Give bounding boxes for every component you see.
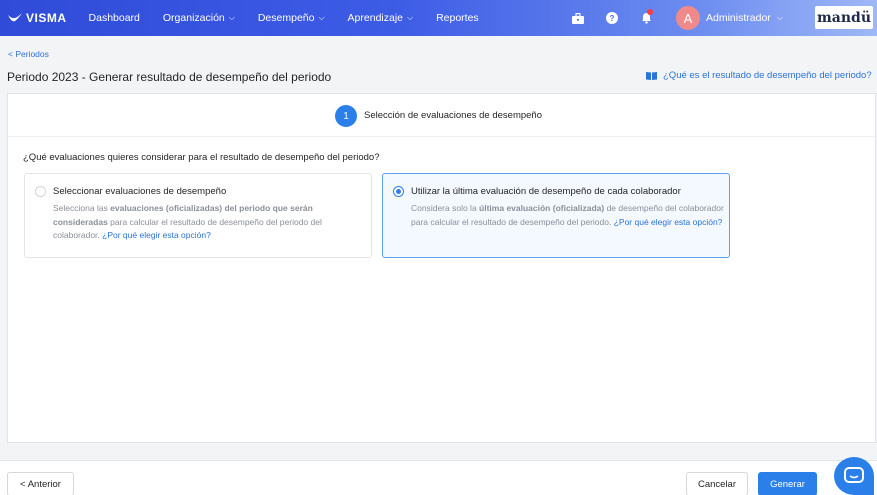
mandu-logo[interactable]: mandü [815,6,873,29]
briefcase-icon[interactable] [570,10,586,26]
nav-item-label: Reportes [436,12,479,24]
nav-item-label: Desempeño [257,12,315,24]
chat-widget[interactable] [834,457,874,495]
brand-logo[interactable]: VISMA [8,11,67,25]
option-title: Seleccionar evaluaciones de desempeño [53,186,227,197]
chevron-down-icon: ⌵ [407,13,414,22]
svg-text:?: ? [610,14,615,23]
main-panel: 1 Selección de evaluaciones de desempeño… [7,93,876,443]
option-title: Utilizar la última evaluación de desempe… [411,186,681,197]
back-button[interactable]: < Anterior [7,472,74,495]
generate-button[interactable]: Generar [758,472,817,495]
book-icon [646,72,657,80]
footer-bar: < Anterior Cancelar Generar [0,460,877,495]
radio-button[interactable] [35,186,46,197]
chevron-down-icon: ⌵ [318,13,325,22]
why-option-link[interactable]: ¿Por qué elegir esta opción? [102,230,211,240]
chevron-down-icon: ⌵ [776,13,783,22]
nav-menu: Dashboard Organización ⌵ Desempeño ⌵ Apren… [89,12,502,24]
user-name: Administrador [706,12,771,24]
breadcrumb[interactable]: < Periodos [8,49,49,59]
nav-item-label: Dashboard [88,12,140,24]
why-option-link[interactable]: ¿Por qué elegir esta opción? [614,217,723,227]
page-title: Periodo 2023 - Generar resultado de dese… [7,70,332,84]
chevron-down-icon: ⌵ [228,13,235,22]
nav-item-dashboard[interactable]: Dashboard [89,12,140,24]
option-description: Considera solo la última evaluación (ofi… [411,203,724,227]
nav-item-aprendizaje[interactable]: Aprendizaje ⌵ [348,12,414,24]
step-label: Selección de evaluaciones de desempeño [364,110,542,121]
top-nav: VISMA Dashboard Organización ⌵ Desempeño ⌵… [0,0,877,36]
option-last-evaluation[interactable]: Utilizar la última evaluación de desempe… [382,173,730,258]
nav-item-reportes[interactable]: Reportes [436,12,479,24]
radio-button[interactable] [393,186,404,197]
cancel-button[interactable]: Cancelar [686,472,748,495]
question-label: ¿Qué evaluaciones quieres considerar par… [23,152,380,163]
option-select-evaluations[interactable]: Seleccionar evaluaciones de desempeño Se… [24,173,372,258]
nav-item-organizacion[interactable]: Organización ⌵ [163,12,235,24]
chat-icon [844,467,864,483]
avatar: A [676,6,700,30]
help-link[interactable]: ¿Qué es el resultado de desempeño del pe… [646,70,872,81]
step-number: 1 [335,105,357,127]
option-description: Selecciona las evaluaciones (oficializad… [53,203,322,240]
nav-right: ? A Administrador ⌵ [570,0,783,36]
nav-item-label: Organización [162,12,225,24]
visma-swoosh-icon [8,13,22,22]
nav-item-label: Aprendizaje [347,12,403,24]
user-menu[interactable]: A Administrador ⌵ [672,6,783,30]
notification-badge [647,9,653,15]
nav-item-desempeno[interactable]: Desempeño ⌵ [258,12,325,24]
bell-icon[interactable] [638,9,654,26]
help-link-label: ¿Qué es el resultado de desempeño del pe… [663,70,872,81]
stepper: 1 Selección de evaluaciones de desempeño [8,94,875,137]
brand-name: VISMA [26,11,67,25]
help-icon[interactable]: ? [604,10,620,26]
